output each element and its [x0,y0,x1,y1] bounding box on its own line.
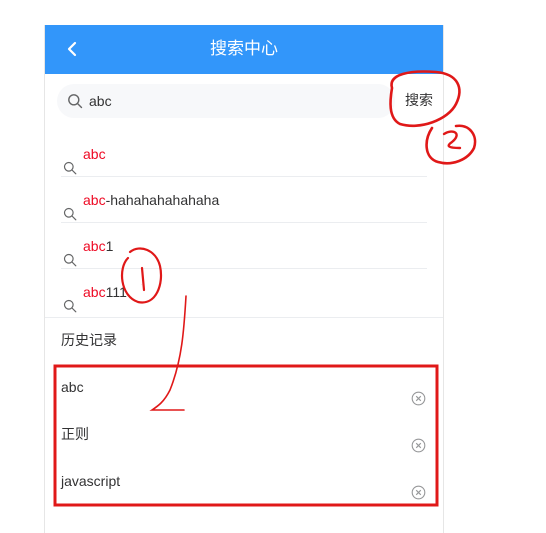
page-title: 搜索中心 [210,39,278,59]
annotation-mark-label: 3 [452,145,453,147]
suggestion-highlight: abc [83,238,106,254]
search-icon [67,93,83,109]
search-box[interactable] [57,84,395,118]
suggestion-rest: -hahahahahahaha [105,192,220,208]
search-icon [63,285,77,313]
search-bar: 搜索 [45,74,443,131]
mobile-page: 搜索中心 搜索 abc abc-hahahahahahaha [44,25,444,533]
suggestion-rest: 1 [105,238,114,254]
search-button[interactable]: 搜索 [397,84,441,118]
history-item[interactable]: abc [45,364,443,411]
clear-circle-icon[interactable] [411,425,426,453]
search-input[interactable] [89,84,379,118]
suggestion-item[interactable]: abc111 [45,269,443,315]
history-item-label: abc [61,379,84,395]
search-icon [63,193,77,221]
search-icon [63,147,77,175]
suggestion-list: abc abc-hahahahahahaha abc1 abc111 [45,131,443,315]
history-title: 历史记录 [45,317,443,363]
suggestion-item[interactable]: abc-hahahahahahaha [45,177,443,223]
suggestion-item[interactable]: abc [45,131,443,177]
clear-circle-icon[interactable] [411,472,426,500]
history-list: abc 正则 javascript [45,364,443,505]
history-item[interactable]: 正则 [45,411,443,458]
history-item[interactable]: javascript [45,458,443,505]
history-item-label: javascript [61,473,121,489]
suggestion-highlight: abc [83,192,106,208]
suggestion-highlight: abc [83,284,106,300]
suggestion-highlight: abc [83,146,106,162]
clear-circle-icon[interactable] [411,378,426,406]
suggestion-rest: 111 [105,284,127,300]
history-item-label: 正则 [61,426,89,442]
suggestion-item[interactable]: abc1 [45,223,443,269]
navbar: 搜索中心 [45,25,443,74]
search-icon [63,239,77,267]
